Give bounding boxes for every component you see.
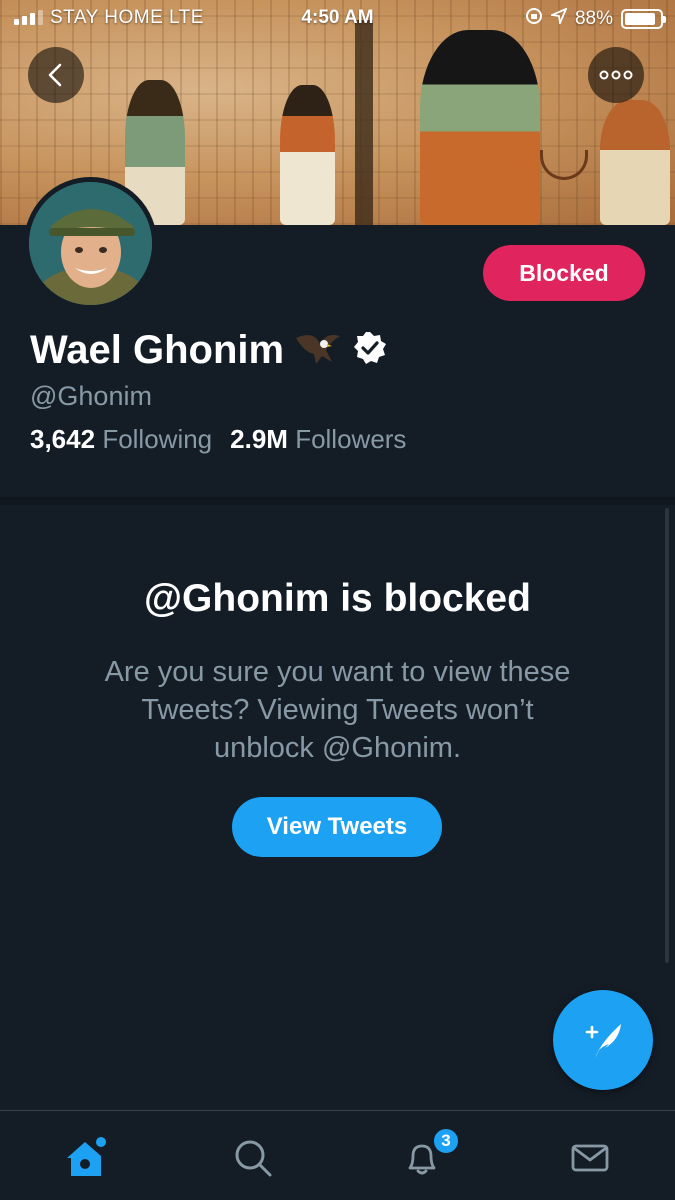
blocked-button[interactable]: Blocked [483, 245, 645, 301]
following-stat[interactable]: 3,642 Following [30, 424, 212, 455]
followers-label: Followers [295, 424, 407, 454]
rotation-lock-icon [525, 7, 543, 31]
avatar[interactable] [24, 177, 157, 310]
profile-name-row: Wael Ghonim [30, 328, 388, 373]
eagle-emoji-icon [294, 328, 342, 373]
compose-feather-icon [585, 1024, 621, 1058]
banner-art-figure [420, 30, 540, 225]
verified-badge-icon [352, 330, 388, 371]
blocked-notice-title: @Ghonim is blocked [144, 577, 531, 620]
profile-stats: 3,642 Following 2.9M Followers [30, 424, 406, 455]
location-icon [548, 7, 568, 30]
envelope-icon [571, 1144, 609, 1172]
battery-percent: 88% [574, 8, 613, 29]
chevron-left-icon [48, 63, 62, 87]
following-count: 3,642 [30, 424, 96, 454]
profile-handle: @Ghonim [30, 381, 152, 411]
more-dots-icon [599, 70, 633, 80]
battery-icon [621, 9, 666, 29]
tab-home[interactable] [60, 1133, 110, 1183]
banner-art-scale [540, 150, 588, 180]
battery-fill [625, 13, 655, 25]
avatar-image [29, 182, 152, 305]
bottom-tab-bar [0, 1110, 675, 1200]
back-button[interactable] [28, 47, 84, 103]
notification-count-badge: 3 [432, 1127, 460, 1155]
banner-art-pillar [355, 20, 373, 225]
tab-messages[interactable] [565, 1133, 615, 1183]
view-tweets-button[interactable]: View Tweets [232, 797, 442, 857]
following-label: Following [102, 424, 213, 454]
tab-search[interactable] [228, 1133, 278, 1183]
banner-art-figure [600, 100, 670, 225]
compose-tweet-button[interactable] [553, 990, 653, 1090]
profile-name: Wael Ghonim [30, 328, 285, 372]
followers-count: 2.9M [230, 424, 288, 454]
search-icon [235, 1140, 272, 1177]
section-divider [0, 497, 675, 505]
banner-art-figure [280, 85, 335, 225]
followers-stat[interactable]: 2.9M Followers [230, 424, 406, 455]
blocked-notice-message: Are you sure you want to view these Twee… [104, 656, 571, 764]
more-options-button[interactable] [588, 47, 644, 103]
home-icon [67, 1137, 106, 1176]
status-bar: STAY HOME LTE 4:50 AM 88% [0, 0, 675, 36]
